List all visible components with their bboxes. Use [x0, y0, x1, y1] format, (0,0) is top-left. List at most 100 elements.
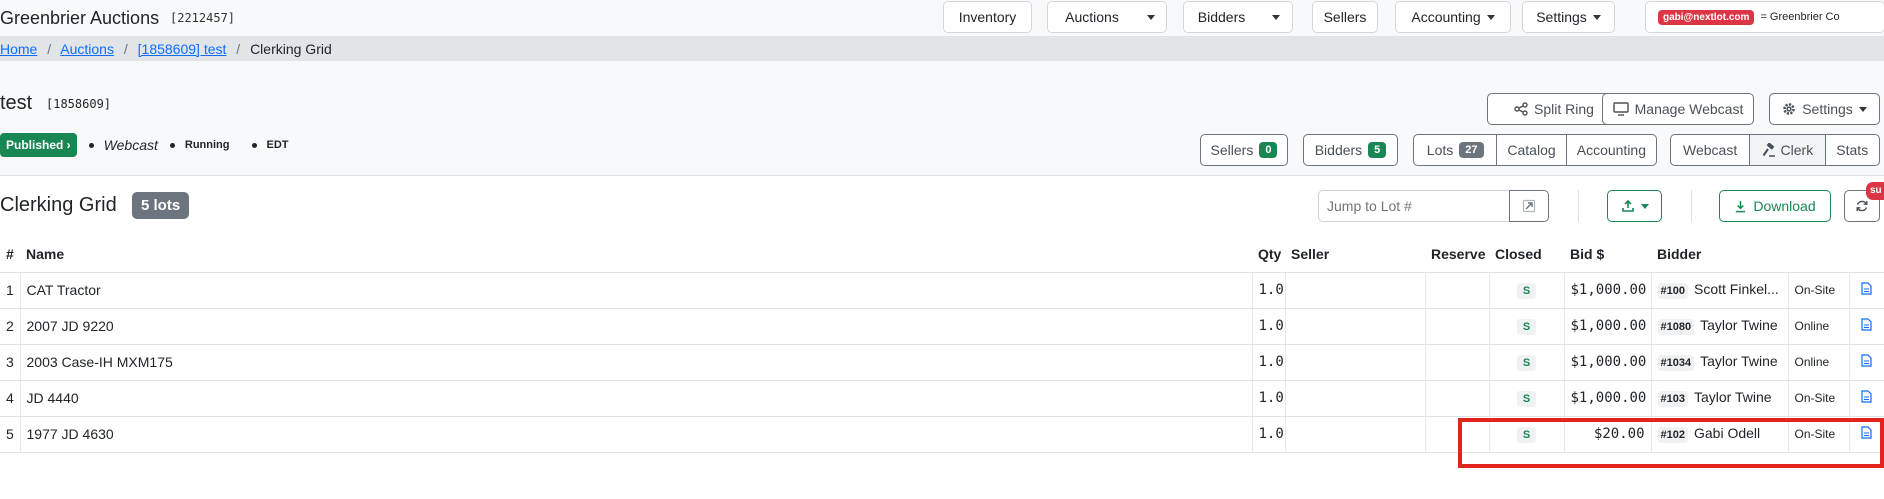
- nav-settings-dropdown[interactable]: Settings: [1522, 1, 1615, 33]
- auction-settings-dropdown[interactable]: Settings: [1769, 93, 1880, 125]
- jump-to-lot-input[interactable]: [1318, 190, 1510, 222]
- lot-name[interactable]: CAT Tractor: [20, 272, 1253, 309]
- paddle-number: #100: [1657, 283, 1688, 299]
- document-icon[interactable]: [1861, 426, 1872, 439]
- user-menu[interactable]: gabi@nextlot.com = Greenbrier Co: [1645, 1, 1884, 33]
- nav-sellers-button[interactable]: Sellers: [1312, 1, 1378, 33]
- jump-to-lot-button[interactable]: [1509, 190, 1549, 222]
- tab-sellers[interactable]: Sellers 0: [1200, 134, 1288, 166]
- lot-qty[interactable]: 1.0: [1252, 272, 1286, 309]
- lot-bid[interactable]: $20.00: [1564, 416, 1652, 453]
- document-icon[interactable]: [1861, 354, 1872, 367]
- lot-qty[interactable]: 1.0: [1252, 380, 1286, 417]
- clerk-tab-group: Webcast Clerk Stats: [1670, 134, 1880, 166]
- share-nodes-icon: [1514, 102, 1528, 116]
- lot-reserve[interactable]: [1425, 416, 1490, 453]
- lot-reserve[interactable]: [1425, 308, 1490, 345]
- lot-qty[interactable]: 1.0: [1252, 308, 1286, 345]
- nav-auctions-button[interactable]: Auctions: [1047, 1, 1137, 33]
- table-row[interactable]: 1 CAT Tractor 1.0 S $1,000.00 #100 Scott …: [0, 272, 1884, 309]
- breadcrumb-auction-link[interactable]: [1858609] test: [138, 41, 227, 57]
- lot-closed[interactable]: S: [1489, 308, 1565, 345]
- lot-actions[interactable]: [1849, 308, 1884, 345]
- lot-bidder[interactable]: #103 Taylor Twine: [1651, 380, 1789, 417]
- lot-seller[interactable]: [1285, 272, 1426, 309]
- col-header-seller[interactable]: Seller: [1285, 236, 1425, 273]
- lot-name[interactable]: 2007 JD 9220: [20, 308, 1253, 345]
- col-header-reserve[interactable]: Reserve: [1425, 236, 1489, 273]
- lot-qty[interactable]: 1.0: [1252, 416, 1286, 453]
- lot-bid[interactable]: $1,000.00: [1564, 380, 1652, 417]
- nav-inventory-button[interactable]: Inventory: [943, 1, 1032, 33]
- lot-name[interactable]: JD 4440: [20, 380, 1253, 417]
- lot-reserve[interactable]: [1425, 344, 1490, 381]
- lot-seller[interactable]: [1285, 344, 1426, 381]
- table-row[interactable]: 2 2007 JD 9220 1.0 S $1,000.00 #1080 Tayl…: [0, 308, 1884, 345]
- tab-accounting[interactable]: Accounting: [1567, 135, 1656, 165]
- lot-reserve[interactable]: [1425, 380, 1490, 417]
- sellers-count-badge: 0: [1259, 142, 1278, 158]
- export-dropdown-button[interactable]: [1607, 190, 1662, 222]
- lot-actions[interactable]: [1849, 416, 1884, 453]
- lot-bidder[interactable]: #1034 Taylor Twine: [1651, 344, 1789, 381]
- manage-webcast-button[interactable]: Manage Webcast: [1602, 93, 1754, 125]
- lot-bidder[interactable]: #1080 Taylor Twine: [1651, 308, 1789, 345]
- lot-actions[interactable]: [1849, 272, 1884, 309]
- lot-reserve[interactable]: [1425, 272, 1490, 309]
- auction-id: [1858609]: [46, 97, 112, 111]
- lot-name[interactable]: 1977 JD 4630: [20, 416, 1253, 453]
- lot-closed[interactable]: S: [1489, 380, 1565, 417]
- tab-clerk[interactable]: Clerk: [1750, 135, 1826, 165]
- published-status-badge[interactable]: Published ›: [0, 133, 77, 157]
- nav-bidders-dropdown[interactable]: [1259, 1, 1293, 33]
- monitor-icon: [1612, 102, 1629, 116]
- table-row[interactable]: 3 2003 Case-IH MXM175 1.0 S $1,000.00 #1…: [0, 344, 1884, 381]
- download-button[interactable]: Download: [1719, 190, 1831, 222]
- tab-webcast[interactable]: Webcast: [1671, 135, 1751, 165]
- lot-bid[interactable]: $1,000.00: [1564, 344, 1652, 381]
- document-icon[interactable]: [1861, 282, 1872, 295]
- tab-stats[interactable]: Stats: [1826, 135, 1879, 165]
- col-header-qty[interactable]: Qty: [1252, 236, 1285, 273]
- split-ring-button[interactable]: Split Ring: [1487, 93, 1621, 125]
- lot-qty[interactable]: 1.0: [1252, 344, 1286, 381]
- closed-status-badge: S: [1516, 391, 1537, 407]
- col-header-closed[interactable]: Closed: [1489, 236, 1564, 273]
- lot-name[interactable]: 2003 Case-IH MXM175: [20, 344, 1253, 381]
- lot-seller[interactable]: [1285, 308, 1426, 345]
- lot-closed[interactable]: S: [1489, 344, 1565, 381]
- lot-actions[interactable]: [1849, 344, 1884, 381]
- nav-accounting-label: Accounting: [1411, 9, 1481, 25]
- col-header-num[interactable]: #: [0, 236, 20, 273]
- lot-closed[interactable]: S: [1489, 416, 1565, 453]
- nav-bidders-button[interactable]: Bidders: [1183, 1, 1260, 33]
- closed-status-badge: S: [1516, 319, 1537, 335]
- nav-accounting-dropdown[interactable]: Accounting: [1395, 1, 1511, 33]
- lot-seller[interactable]: [1285, 416, 1426, 453]
- nav-auctions-dropdown[interactable]: [1136, 1, 1167, 33]
- table-row[interactable]: 5 1977 JD 4630 1.0 S $20.00 #102 Gabi Ode…: [0, 416, 1884, 453]
- breadcrumb-home-link[interactable]: Home: [0, 41, 37, 57]
- lot-bidder[interactable]: #100 Scott Finkel...: [1651, 272, 1789, 309]
- col-header-bidder[interactable]: Bidder: [1651, 236, 1788, 273]
- lot-bid[interactable]: $1,000.00: [1564, 308, 1652, 345]
- lot-actions[interactable]: [1849, 380, 1884, 417]
- bidders-count-badge: 5: [1368, 142, 1387, 158]
- lot-bidder[interactable]: #102 Gabi Odell: [1651, 416, 1789, 453]
- auction-type: Webcast: [103, 137, 158, 153]
- tab-lots[interactable]: Lots 27: [1414, 135, 1498, 165]
- tab-bidders[interactable]: Bidders 5: [1303, 134, 1398, 166]
- tab-catalog[interactable]: Catalog: [1497, 135, 1567, 165]
- breadcrumb-auctions-link[interactable]: Auctions: [60, 41, 114, 57]
- paddle-number: #102: [1657, 427, 1688, 443]
- document-icon[interactable]: [1861, 318, 1872, 331]
- lot-seller[interactable]: [1285, 380, 1426, 417]
- col-header-bid[interactable]: Bid $: [1564, 236, 1651, 273]
- col-header-name[interactable]: Name: [20, 236, 1252, 273]
- document-icon[interactable]: [1861, 390, 1872, 403]
- lot-bid[interactable]: $1,000.00: [1564, 272, 1652, 309]
- app-title[interactable]: Greenbrier Auctions: [0, 8, 159, 29]
- table-row[interactable]: 4 JD 4440 1.0 S $1,000.00 #103 Taylor Twi…: [0, 380, 1884, 417]
- lot-closed[interactable]: S: [1489, 272, 1565, 309]
- download-label: Download: [1753, 198, 1816, 214]
